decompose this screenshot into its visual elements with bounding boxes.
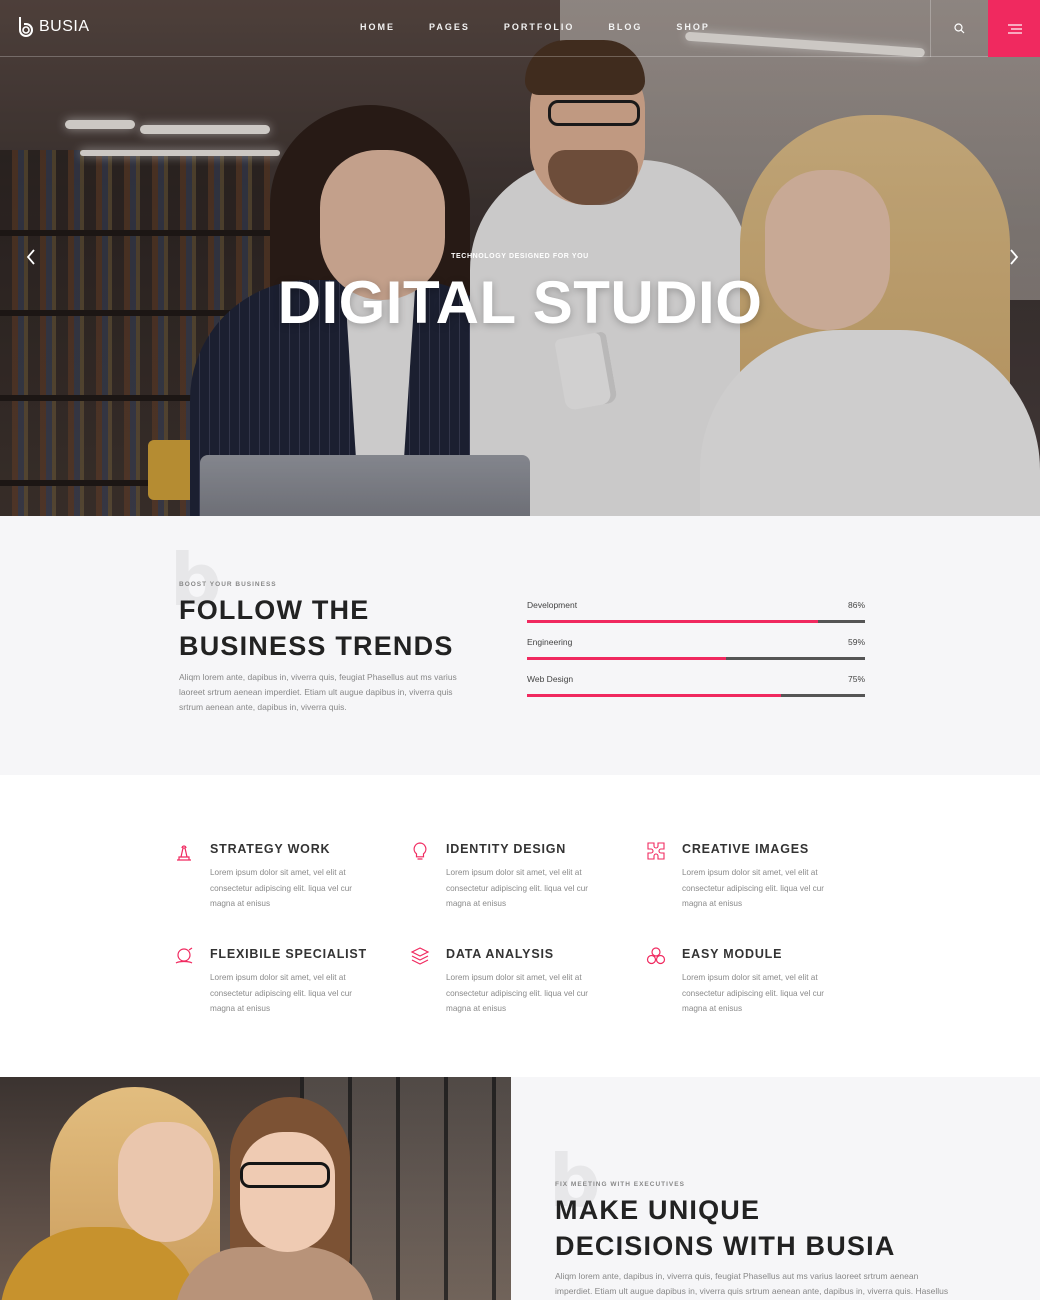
- progress-fill: [527, 694, 781, 697]
- feature-text: Lorem ipsum dolor sit amet, vel elit at …: [210, 868, 352, 908]
- progress-fill: [527, 620, 818, 623]
- skill-percent: 59%: [847, 637, 865, 647]
- search-icon: [954, 23, 965, 34]
- feature-title: CREATIVE IMAGES: [682, 842, 810, 856]
- skill-label: Engineering: [527, 637, 573, 647]
- person-right-glasses: [240, 1162, 330, 1188]
- skill-row: Web Design 75%: [527, 672, 865, 709]
- feature-title: EASY MODULE: [682, 947, 783, 961]
- feature-title: STRATEGY WORK: [210, 842, 331, 856]
- team-photo: [0, 1077, 511, 1300]
- progress-track: [527, 694, 865, 697]
- nav-item-home[interactable]: HOME: [360, 22, 395, 32]
- section-title: MAKE UNIQUE DECISIONS WITH BUSIA: [555, 1192, 1025, 1264]
- main-nav: HOME PAGES PORTFOLIO BLOG SHOP: [360, 22, 710, 32]
- meeting-section: b FIX MEETING WITH EXECUTIVES MAKE UNIQU…: [0, 1077, 1040, 1300]
- skill-percent: 86%: [847, 600, 865, 610]
- business-trends-section: b BOOST YOUR BUSINESS FOLLOW THE BUSINES…: [0, 516, 1040, 775]
- skill-percent: 75%: [847, 674, 865, 684]
- strategy-icon: [177, 845, 191, 861]
- title-line: DECISIONS WITH BUSIA: [555, 1231, 896, 1261]
- feature-text: Lorem ipsum dolor sit amet, vel elit at …: [682, 868, 824, 908]
- site-header: BUSIA HOME PAGES PORTFOLIO BLOG SHOP: [0, 0, 1040, 57]
- feature-text: Lorem ipsum dolor sit amet, vel elit at …: [210, 973, 352, 1013]
- feature-title: DATA ANALYSIS: [446, 947, 554, 961]
- skill-row: Engineering 59%: [527, 635, 865, 672]
- feature-title: IDENTITY DESIGN: [446, 842, 567, 856]
- hero-kicker: TECHNOLOGY DESIGNED FOR YOU: [451, 253, 589, 260]
- section-title: FOLLOW THE BUSINESS TRENDS: [179, 592, 479, 664]
- progress-track: [527, 657, 865, 660]
- specialist-icon: [175, 947, 193, 964]
- features-section: STRATEGY WORK Lorem ipsum dolor sit amet…: [0, 775, 1040, 1077]
- title-line: FOLLOW THE: [179, 595, 370, 625]
- person-right-face: [240, 1132, 335, 1252]
- search-button[interactable]: [930, 0, 988, 57]
- skill-bars: Development 86% Engineering 59% Web Desi…: [527, 598, 865, 709]
- nav-item-pages[interactable]: PAGES: [429, 22, 470, 32]
- nav-item-portfolio[interactable]: PORTFOLIO: [504, 22, 575, 32]
- title-line: MAKE UNIQUE: [555, 1195, 761, 1225]
- menu-button[interactable]: [988, 0, 1040, 57]
- nav-item-shop[interactable]: SHOP: [676, 22, 710, 32]
- section-kicker: FIX MEETING WITH EXECUTIVES: [555, 1181, 685, 1188]
- section-text: Aliqm lorem ante, dapibus in, viverra qu…: [179, 672, 457, 712]
- feature-text: Lorem ipsum dolor sit amet, vel elit at …: [446, 868, 588, 908]
- feature-text: Lorem ipsum dolor sit amet, vel elit at …: [446, 973, 588, 1013]
- skill-label: Web Design: [527, 674, 574, 684]
- hero-title: DIGITAL STUDIO: [277, 269, 763, 336]
- brand-logo[interactable]: BUSIA: [16, 16, 90, 38]
- module-icon: [646, 947, 666, 965]
- hamburger-icon: [1008, 23, 1022, 34]
- section-kicker: BOOST YOUR BUSINESS: [179, 581, 277, 588]
- person-left-face: [118, 1122, 213, 1242]
- brand-name: BUSIA: [39, 18, 90, 35]
- progress-track: [527, 620, 865, 623]
- feature-text: Lorem ipsum dolor sit amet, vel elit at …: [682, 973, 824, 1013]
- puzzle-icon: [647, 842, 665, 860]
- logo-icon: [16, 16, 35, 38]
- meeting-content: b FIX MEETING WITH EXECUTIVES MAKE UNIQU…: [511, 1077, 1040, 1300]
- nav-item-blog[interactable]: BLOG: [608, 22, 642, 32]
- layers-icon: [410, 947, 430, 965]
- section-text: Aliqm lorem ante, dapibus in, viverra qu…: [555, 1271, 949, 1296]
- skill-label: Development: [527, 600, 578, 610]
- lightbulb-icon: [413, 842, 427, 860]
- feature-title: FLEXIBILE SPECIALIST: [210, 947, 367, 961]
- hero-slider: BUSIA HOME PAGES PORTFOLIO BLOG SHOP TEC…: [0, 0, 1040, 516]
- title-line: BUSINESS TRENDS: [179, 631, 454, 661]
- progress-fill: [527, 657, 727, 660]
- skill-row: Development 86%: [527, 598, 865, 635]
